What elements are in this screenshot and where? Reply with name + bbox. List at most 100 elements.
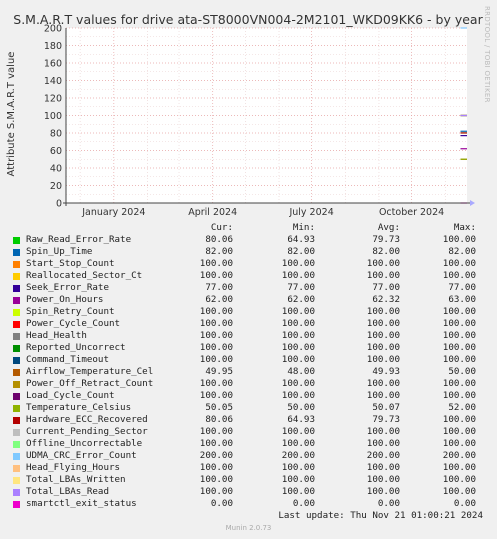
legend-swatch: [13, 393, 20, 400]
legend-max-value: 52.00: [448, 402, 476, 413]
legend-max-value: 100.00: [442, 270, 476, 281]
legend-min-value: 0.00: [292, 498, 315, 509]
legend-avg-value: 100.00: [366, 342, 400, 353]
legend-cur-value: 100.00: [199, 462, 233, 473]
y-tick-label: 80: [50, 129, 62, 140]
legend-header-max: Max:: [453, 222, 476, 233]
legend-max-value: 100.00: [442, 438, 476, 449]
legend-min-value: 64.93: [287, 414, 315, 425]
legend-series-name: Head_Health: [26, 330, 87, 341]
legend-avg-value: 100.00: [366, 354, 400, 365]
legend-cur-value: 100.00: [199, 342, 233, 353]
legend-cur-value: 0.00: [210, 498, 233, 509]
legend-max-value: 82.00: [448, 246, 476, 257]
legend-avg-value: 100.00: [366, 306, 400, 317]
legend-cur-value: 49.95: [205, 366, 233, 377]
y-tick-label: 0: [56, 199, 62, 210]
legend-max-value: 100.00: [442, 330, 476, 341]
legend-max-value: 100.00: [442, 306, 476, 317]
legend-avg-value: 100.00: [366, 438, 400, 449]
legend-cur-value: 100.00: [199, 270, 233, 281]
legend-cur-value: 100.00: [199, 390, 233, 401]
legend-min-value: 48.00: [287, 366, 315, 377]
legend-swatch: [13, 501, 20, 508]
legend-cur-value: 100.00: [199, 354, 233, 365]
legend-avg-value: 79.73: [372, 414, 400, 425]
legend-avg-value: 0.00: [377, 498, 400, 509]
legend-item: Airflow_Temperature_Cel 49.95 48.00 49.93 50…: [0, 366, 497, 378]
y-tick-label: 200: [44, 24, 62, 35]
legend-swatch: [13, 297, 20, 304]
legend-series-name: Head_Flying_Hours: [26, 462, 121, 473]
legend-avg-value: 100.00: [366, 486, 400, 497]
legend-item: Seek_Error_Rate 77.00 77.00 77.00 77.00: [0, 282, 497, 294]
legend-swatch: [13, 309, 20, 316]
legend-max-value: 100.00: [442, 486, 476, 497]
legend-header-row: Cur: Min: Avg: Max:: [0, 222, 497, 234]
legend-series-name: Spin_Up_Time: [26, 246, 93, 257]
legend-item: Reallocated_Sector_Ct 100.00 100.00 100.00 1…: [0, 270, 497, 282]
legend-avg-value: 77.00: [372, 282, 400, 293]
legend-min-value: 100.00: [281, 486, 315, 497]
legend-series-name: Power_On_Hours: [26, 294, 104, 305]
legend-series-name: Start_Stop_Count: [26, 258, 115, 269]
legend-series-name: Reported_Uncorrect: [26, 342, 126, 353]
rrdtool-credit: RRDTOOL / TOBI OETIKER: [483, 6, 491, 103]
legend-item: UDMA_CRC_Error_Count 200.00 200.00 200.00 20…: [0, 450, 497, 462]
legend-item: Hardware_ECC_Recovered 80.06 64.93 79.73 100…: [0, 414, 497, 426]
x-tick-label: July 2024: [288, 207, 333, 218]
y-tick-label: 120: [44, 94, 62, 105]
legend-item: Head_Health 100.00 100.00 100.00 100.00: [0, 330, 497, 342]
legend-series-name: Airflow_Temperature_Cel: [26, 366, 154, 377]
legend-avg-value: 200.00: [366, 450, 400, 461]
y-tick-labels: 0 20 40 60 80 100 120 140 160 180 200: [44, 24, 62, 210]
legend-min-value: 62.00: [287, 294, 315, 305]
legend-item: Spin_Retry_Count 100.00 100.00 100.00 100.00: [0, 306, 497, 318]
legend-item: Reported_Uncorrect 100.00 100.00 100.00 100.…: [0, 342, 497, 354]
legend-max-value: 100.00: [442, 234, 476, 245]
legend-item: Total_LBAs_Written 100.00 100.00 100.00 100.…: [0, 474, 497, 486]
legend-swatch: [13, 273, 20, 280]
legend-min-value: 100.00: [281, 318, 315, 329]
legend-max-value: 63.00: [448, 294, 476, 305]
legend-cur-value: 100.00: [199, 318, 233, 329]
legend-swatch: [13, 477, 20, 484]
legend-min-value: 100.00: [281, 438, 315, 449]
legend-swatch: [13, 453, 20, 460]
legend-avg-value: 100.00: [366, 426, 400, 437]
legend-max-value: 100.00: [442, 342, 476, 353]
legend-cur-value: 100.00: [199, 474, 233, 485]
y-tick-label: 180: [44, 41, 62, 52]
legend-max-value: 100.00: [442, 378, 476, 389]
legend-cur-value: 200.00: [199, 450, 233, 461]
legend-series-name: Reallocated_Sector_Ct: [26, 270, 143, 281]
munin-version: Munin 2.0.73: [225, 524, 272, 532]
legend-avg-value: 100.00: [366, 390, 400, 401]
legend-min-value: 100.00: [281, 426, 315, 437]
legend-max-value: 100.00: [442, 474, 476, 485]
legend-max-value: 100.00: [442, 426, 476, 437]
legend-max-value: 100.00: [442, 354, 476, 365]
legend-series-name: Seek_Error_Rate: [26, 282, 109, 293]
x-tick-label: April 2024: [188, 207, 237, 218]
legend-avg-value: 100.00: [366, 318, 400, 329]
legend-cur-value: 100.00: [199, 330, 233, 341]
legend-min-value: 200.00: [281, 450, 315, 461]
legend-avg-value: 100.00: [366, 462, 400, 473]
legend-item: Power_Off_Retract_Count 100.00 100.00 100.0…: [0, 378, 497, 390]
legend-min-value: 100.00: [281, 378, 315, 389]
legend: Cur: Min: Avg: Max: Raw_Read_Error_Rate 8…: [0, 222, 497, 510]
legend-series-name: Total_LBAs_Read: [26, 486, 109, 497]
legend-item: Start_Stop_Count 100.00 100.00 100.00 100.00: [0, 258, 497, 270]
legend-max-value: 0.00: [453, 498, 476, 509]
legend-swatch: [13, 237, 20, 244]
legend-item: Raw_Read_Error_Rate 80.06 64.93 79.73 100.00: [0, 234, 497, 246]
legend-min-value: 82.00: [287, 246, 315, 257]
legend-swatch: [13, 441, 20, 448]
y-tick-label: 100: [44, 111, 62, 122]
legend-max-value: 100.00: [442, 258, 476, 269]
legend-cur-value: 62.00: [205, 294, 233, 305]
legend-avg-value: 62.32: [372, 294, 400, 305]
last-update: Last update: Thu Nov 21 01:00:21 2024: [278, 510, 483, 521]
legend-max-value: 100.00: [442, 462, 476, 473]
